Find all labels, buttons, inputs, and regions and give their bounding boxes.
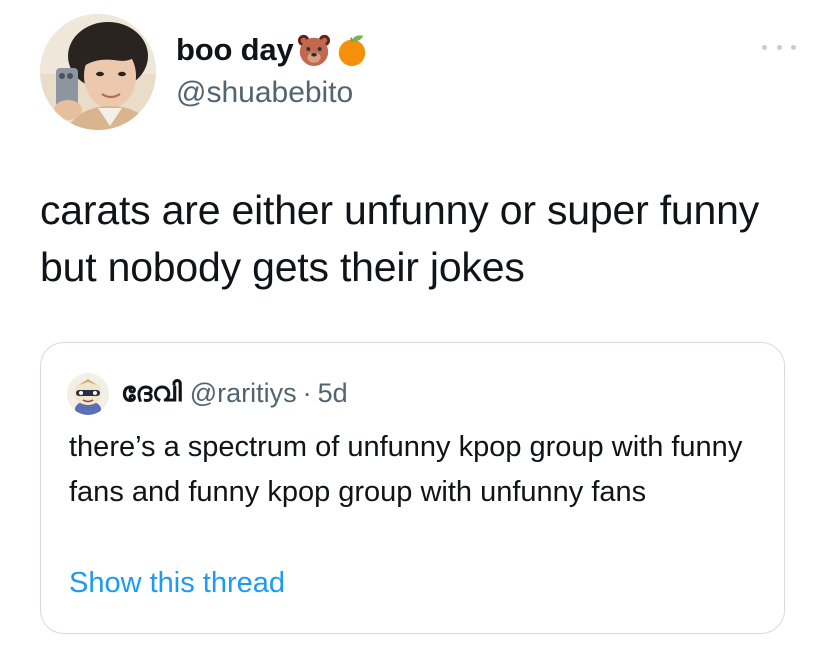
author-avatar[interactable] [40, 14, 156, 130]
tweet-text: carats are either unfunny or super funny… [40, 187, 760, 290]
show-thread-link[interactable]: Show this thread [69, 563, 285, 603]
author-handle[interactable]: @shuabebito [176, 75, 353, 111]
quoted-author-avatar[interactable] [67, 373, 109, 415]
cartoon-character-avatar [67, 373, 109, 415]
more-dot [791, 44, 796, 50]
tangerine-emoji-icon [335, 33, 369, 67]
quoted-tweet-header: ദേവി @raritiys · 5d [121, 375, 348, 411]
author-name-row[interactable]: boo day [176, 30, 369, 70]
quoted-tweet-card[interactable]: ദേവി @raritiys · 5d there’s a spectrum o… [40, 342, 785, 634]
quoted-header-separator: · [302, 377, 312, 408]
profile-photo-avatar [40, 14, 156, 130]
quoted-tweet-timestamp[interactable]: 5d [318, 378, 348, 409]
bear-face-emoji-icon [297, 33, 331, 67]
author-display-name[interactable]: boo day [176, 30, 294, 70]
quoted-tweet-text: there’s a spectrum of unfunny kpop group… [69, 431, 743, 508]
more-horizontal-icon [762, 44, 767, 50]
quoted-author-handle[interactable]: @raritiys [190, 378, 297, 409]
quoted-author-display-name[interactable]: ദേവി [121, 377, 182, 409]
more-dot [776, 44, 782, 50]
more-options-button[interactable] [762, 40, 796, 54]
